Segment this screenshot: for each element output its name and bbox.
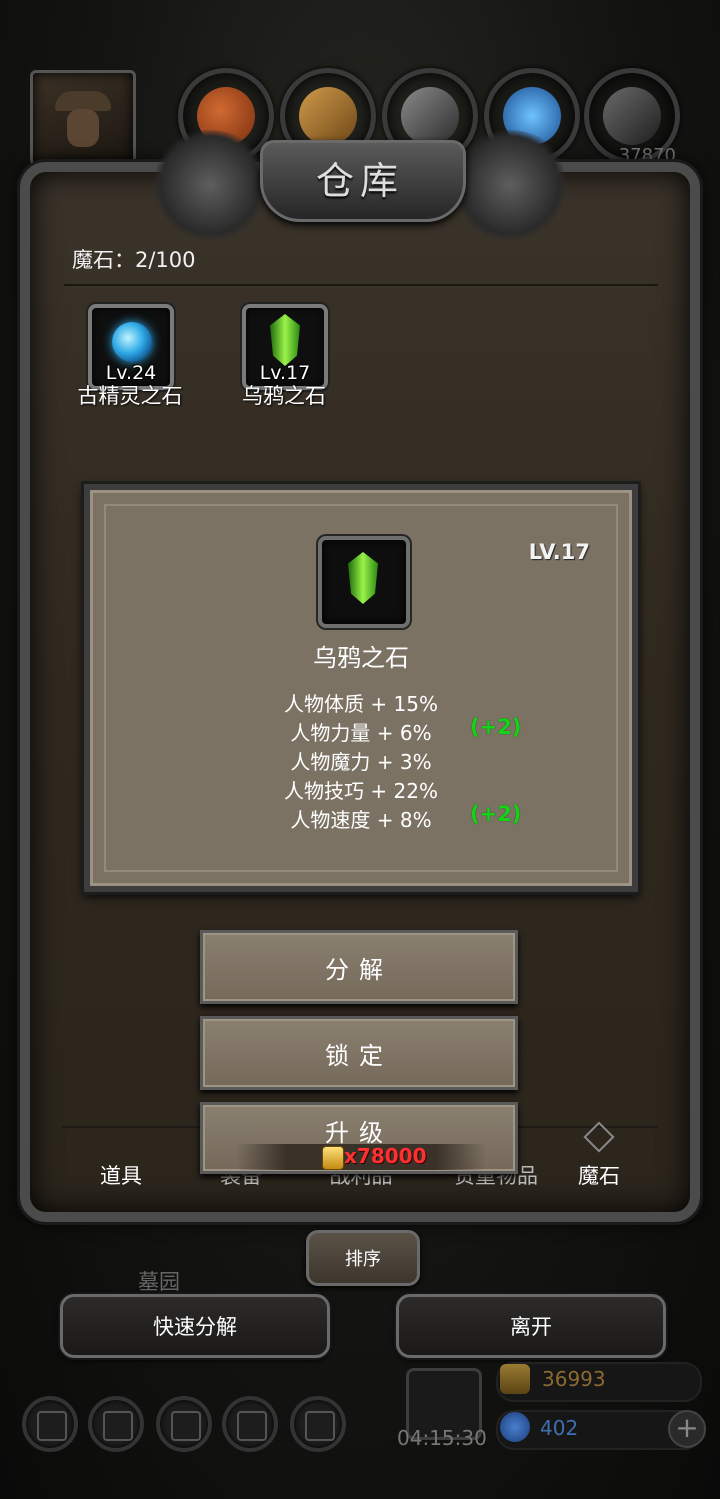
area-label: 墓园 <box>138 1270 180 1294</box>
panel-ornament-left <box>150 130 270 240</box>
panel-title: 仓库 <box>315 159 404 203</box>
item-name: 乌鸦之石 <box>313 644 409 672</box>
green-crystal-icon <box>348 552 378 604</box>
stat-constitution: 人物体质 + 15% <box>90 688 632 717</box>
divider <box>64 284 658 286</box>
stone-capacity: 魔石：2/100 <box>72 248 196 272</box>
stat-bonus: (+2) <box>470 715 522 739</box>
player-avatar[interactable] <box>30 70 136 166</box>
blue-gem-icon <box>112 322 152 362</box>
sort-button[interactable]: 排序 <box>306 1230 420 1286</box>
panel-ornament-right <box>450 130 570 240</box>
green-crystal-icon <box>270 314 300 366</box>
map-icon[interactable] <box>290 1396 346 1452</box>
avatar-hat <box>55 91 111 111</box>
guild-icon[interactable] <box>156 1396 212 1452</box>
leave-button[interactable]: 离开 <box>396 1294 666 1358</box>
inventory-slot-ancient-elf-stone[interactable]: Lv.24 <box>88 304 174 390</box>
achievement-icon[interactable] <box>88 1396 144 1452</box>
upgrade-cost-value: x78000 <box>344 1144 427 1168</box>
stat-text: 人物速度 + 8% <box>290 808 432 832</box>
gem-value: 402 <box>540 1416 579 1440</box>
stat-speed: 人物速度 + 8% (+2) <box>90 802 632 833</box>
gold-icon <box>500 1364 530 1394</box>
slot-name: 古精灵之石 <box>77 384 183 408</box>
settings-icon[interactable] <box>22 1396 78 1452</box>
stat-skill: 人物技巧 + 22% <box>90 775 632 804</box>
upgrade-cost: x78000 <box>236 1144 486 1170</box>
gift-timer: 04:15:30 <box>397 1426 487 1450</box>
add-gems-button[interactable]: + <box>668 1410 706 1448</box>
wood-icon <box>299 87 357 145</box>
inventory-slot-crow-stone[interactable]: Lv.17 <box>242 304 328 390</box>
gold-value: 36993 <box>542 1367 606 1391</box>
lock-button[interactable]: 锁定 <box>200 1016 518 1090</box>
gem-icon <box>500 1412 530 1442</box>
tab-items[interactable]: 道具 <box>66 1160 176 1190</box>
slot-name: 乌鸦之石 <box>242 384 326 408</box>
quick-decompose-button[interactable]: 快速分解 <box>60 1294 330 1358</box>
iron-icon <box>401 87 459 145</box>
avatar-face <box>67 109 99 147</box>
stat-text: 人物体质 + 15% <box>284 692 438 716</box>
decompose-button[interactable]: 分解 <box>200 930 518 1004</box>
tab-magic-stones[interactable]: 魔石 <box>544 1160 654 1190</box>
stat-text: 人物力量 + 6% <box>290 721 432 745</box>
stat-strength: 人物力量 + 6% (+2) <box>90 715 632 746</box>
item-level: LV.17 <box>528 540 590 564</box>
stat-text: 人物魔力 + 3% <box>290 750 432 774</box>
item-detail-card: LV.17 乌鸦之石 人物体质 + 15% 人物力量 + 6% (+2) 人物魔… <box>84 484 638 892</box>
gold-coin-icon <box>322 1146 344 1170</box>
stat-bonus: (+2) <box>470 802 522 826</box>
mail-icon[interactable] <box>222 1396 278 1452</box>
steel-icon <box>603 87 661 145</box>
item-icon <box>318 536 410 628</box>
stat-magic: 人物魔力 + 3% <box>90 746 632 775</box>
stat-text: 人物技巧 + 22% <box>284 779 438 803</box>
upgrade-label: 升级 <box>325 1119 393 1147</box>
